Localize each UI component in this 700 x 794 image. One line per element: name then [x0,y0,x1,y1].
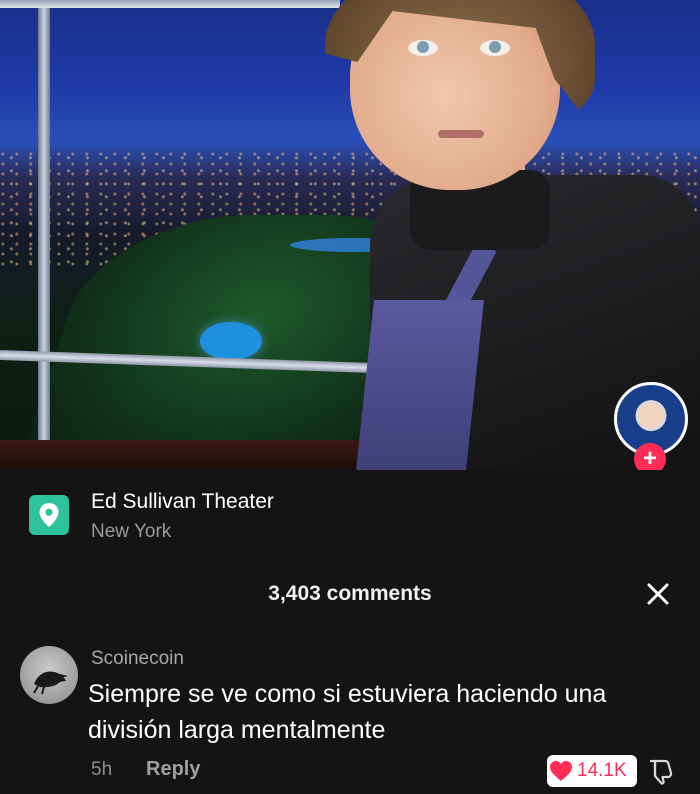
heart-icon [550,761,572,781]
desk [0,440,380,470]
pond [200,322,262,360]
head [350,0,560,190]
mouth [438,130,484,138]
comment-text: Siempre se ve como si estuviera haciendo… [88,680,607,744]
right-eye [480,40,510,56]
video-player[interactable]: + [0,0,700,470]
close-icon[interactable] [644,580,672,608]
follow-button[interactable]: + [634,443,666,470]
left-eye [408,40,438,56]
like-button[interactable]: 14.1K [547,755,637,787]
thumbs-down-icon[interactable] [646,756,676,786]
window-frame-vertical [38,0,50,470]
location-city: New York [91,521,172,542]
window-frame-top [0,0,340,8]
like-count: 14.1K [577,760,627,781]
location-name[interactable]: Ed Sullivan Theater [91,490,274,514]
apron [356,300,484,470]
reply-button[interactable]: Reply [146,758,200,781]
avatar[interactable] [20,646,78,704]
comment-username[interactable]: Scoinecoin [91,648,184,670]
map-pin-icon[interactable] [29,495,69,535]
comment-time: 5h [91,759,113,780]
comments-count: 3,403 comments [268,582,432,605]
